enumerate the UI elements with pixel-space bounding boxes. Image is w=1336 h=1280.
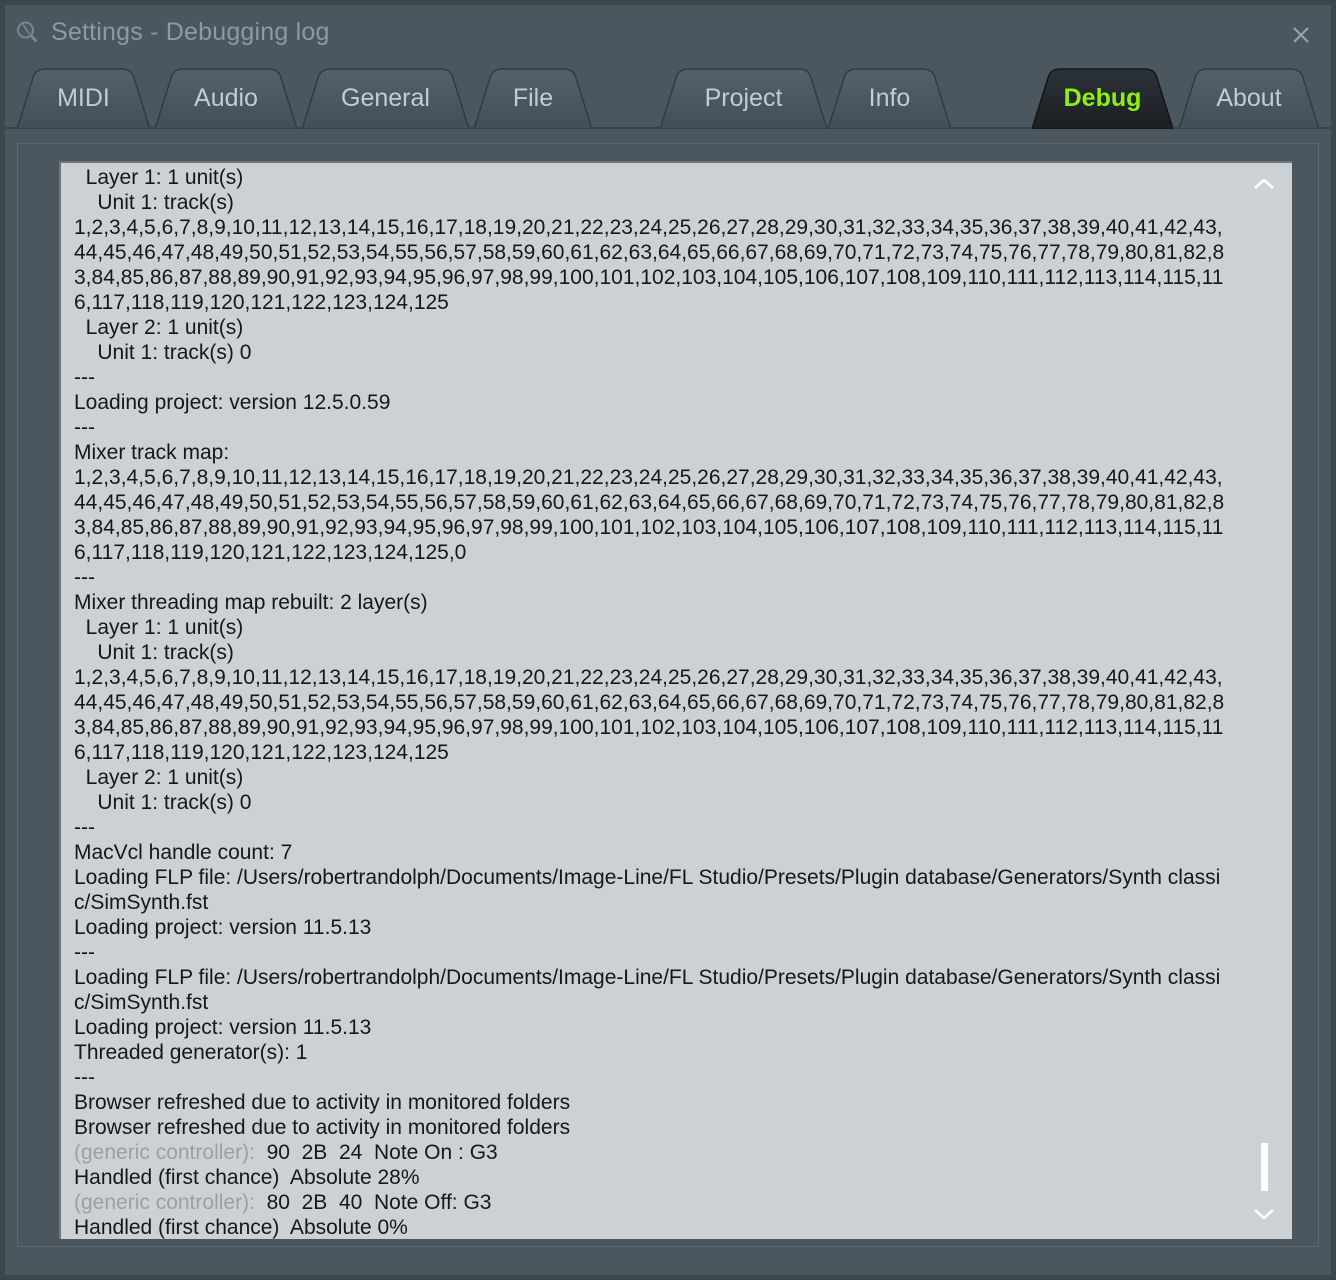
tab-shape — [660, 68, 827, 129]
log-line: Layer 1: 1 unit(s) — [74, 166, 244, 189]
tab-shape — [474, 68, 592, 129]
scroll-up-button[interactable] — [1236, 167, 1292, 201]
chevron-down-icon — [1254, 1209, 1274, 1220]
log-line: --- — [74, 416, 95, 439]
log-line: Loading FLP file: /Users/robertrandolph/… — [74, 866, 1221, 914]
log-line: Layer 2: 1 unit(s) — [74, 766, 244, 789]
log-midi-data: 90 2B 24 Note On : G3 — [260, 1141, 498, 1164]
tab-bar: MIDI Audio General File Project Info Debug Abou… — [5, 67, 1331, 135]
log-line: Browser refreshed due to activity in mon… — [74, 1091, 571, 1114]
log-line: --- — [74, 366, 95, 389]
tab-shape — [155, 68, 297, 129]
log-line: Threaded generator(s): 1 — [74, 1041, 308, 1064]
tab-shape — [1179, 68, 1319, 129]
tab-shape — [17, 68, 150, 129]
log-line: MacVcl handle count: 7 — [74, 841, 293, 864]
debug-log-panel: Layer 1: 1 unit(s) Unit 1: track(s) 1,2,3… — [17, 143, 1319, 1247]
tab-debug[interactable]: Debug — [1032, 67, 1173, 129]
search-icon — [15, 20, 41, 46]
log-line: Unit 1: track(s) 0 — [74, 341, 252, 364]
log-line: --- — [74, 566, 95, 589]
log-line: Loading FLP file: /Users/robertrandolph/… — [74, 966, 1221, 1014]
log-line: --- — [74, 941, 95, 964]
debug-log-textarea[interactable]: Layer 1: 1 unit(s) Unit 1: track(s) 1,2,3… — [59, 161, 1292, 1239]
log-line: Mixer threading map rebuilt: 2 layer(s) — [74, 591, 428, 614]
tab-project[interactable]: Project — [660, 67, 827, 129]
tab-file[interactable]: File — [474, 67, 592, 129]
log-midi-data: 80 2B 40 Note Off: G3 — [260, 1191, 492, 1214]
chevron-up-icon — [1254, 178, 1274, 189]
tab-shape — [1032, 68, 1173, 129]
log-line: Loading project: version 12.5.0.59 — [74, 391, 391, 414]
log-line: Layer 2: 1 unit(s) — [74, 316, 244, 339]
debug-log-content: Layer 1: 1 unit(s) Unit 1: track(s) 1,2,3… — [74, 165, 1234, 1239]
settings-window: Settings - Debugging log MIDI Audio Genera… — [0, 0, 1336, 1280]
log-line: Unit 1: track(s) — [74, 191, 234, 214]
log-line: Handled (first chance) Absolute 0% — [74, 1216, 408, 1239]
log-line: Handled (first chance) Absolute 28% — [74, 1166, 420, 1189]
log-line: 1,2,3,4,5,6,7,8,9,10,11,12,13,14,15,16,1… — [74, 466, 1225, 564]
log-line: (generic controller): 80 2B 40 Note Off:… — [74, 1190, 1234, 1215]
log-line: Loading project: version 11.5.13 — [74, 916, 372, 939]
log-midi-source: (generic controller): — [74, 1141, 261, 1164]
log-line: --- — [74, 1066, 95, 1089]
title-bar: Settings - Debugging log — [5, 5, 1331, 63]
tab-about[interactable]: About — [1179, 67, 1319, 129]
tab-info[interactable]: Info — [828, 67, 951, 129]
tab-shape — [828, 68, 951, 129]
title-group: Settings - Debugging log — [15, 18, 330, 47]
log-line: (generic controller): 90 2B 24 Note On :… — [74, 1140, 1234, 1165]
scroll-down-button[interactable] — [1236, 1197, 1292, 1231]
tab-shape — [302, 68, 469, 129]
log-line: Layer 1: 1 unit(s) — [74, 616, 244, 639]
log-midi-source: (generic controller): — [74, 1191, 261, 1214]
log-line: Mixer track map: — [74, 441, 230, 464]
log-line: --- — [74, 816, 95, 839]
close-icon — [1293, 27, 1309, 43]
window-title: Settings - Debugging log — [51, 18, 330, 46]
tab-general[interactable]: General — [302, 67, 469, 129]
log-line: 1,2,3,4,5,6,7,8,9,10,11,12,13,14,15,16,1… — [74, 216, 1225, 314]
log-line: Loading project: version 11.5.13 — [74, 1016, 372, 1039]
close-button[interactable] — [1285, 19, 1317, 51]
log-line: 1,2,3,4,5,6,7,8,9,10,11,12,13,14,15,16,1… — [74, 666, 1225, 764]
tab-midi[interactable]: MIDI — [17, 67, 150, 129]
log-line: Browser refreshed due to activity in mon… — [74, 1116, 571, 1139]
scroll-thumb[interactable] — [1261, 1143, 1268, 1191]
tab-audio[interactable]: Audio — [155, 67, 297, 129]
log-line: Unit 1: track(s) — [74, 641, 234, 664]
log-scrollbar[interactable] — [1236, 163, 1292, 1239]
log-line: Unit 1: track(s) 0 — [74, 791, 252, 814]
